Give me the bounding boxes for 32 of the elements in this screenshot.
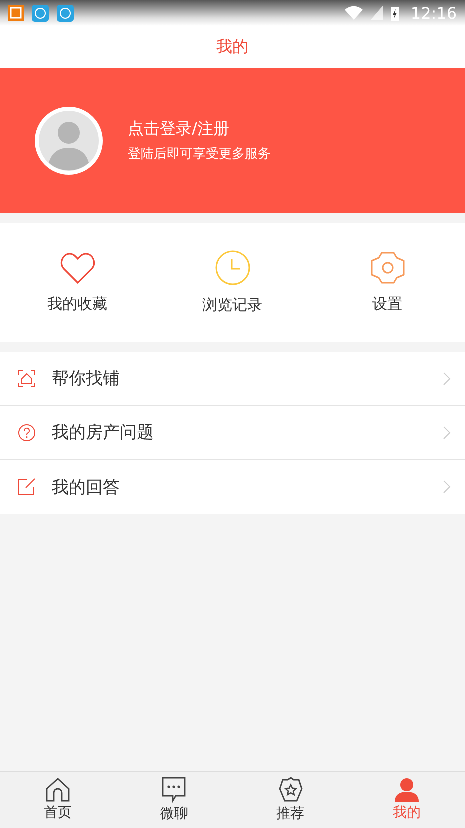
nav-tab[interactable]: 推荐 (232, 772, 349, 828)
app-icon (8, 5, 24, 21)
person-icon (394, 778, 420, 802)
avatar-icon[interactable] (34, 106, 104, 176)
battery-icon (390, 6, 399, 20)
house-icon (18, 370, 36, 388)
nav-tab[interactable]: 首页 (0, 772, 116, 828)
page-title: 我的 (216, 36, 248, 58)
shortcut-button[interactable]: 浏览记录 (155, 223, 310, 342)
menu-item[interactable]: 我的房产问题 (0, 406, 465, 460)
nav-tab[interactable]: 微聊 (116, 772, 232, 828)
login-hint: 登陆后即可享受更多服务 (128, 146, 271, 162)
clock-time: 12:16 (410, 4, 457, 22)
app-icon (57, 4, 74, 22)
signal-icon (370, 6, 383, 20)
menu-item[interactable]: 我的回答 (0, 460, 465, 514)
shortcut-button[interactable]: 设置 (310, 223, 465, 342)
home-icon (45, 778, 72, 802)
heart-icon (60, 251, 96, 285)
edit-icon (18, 478, 36, 496)
wifi-icon (344, 6, 363, 20)
menu-item[interactable]: 帮你找铺 (0, 352, 465, 406)
clock-icon (214, 250, 250, 286)
star-badge-icon (278, 777, 304, 803)
app-icon (32, 4, 49, 22)
chevron-icon (443, 372, 451, 386)
question-icon (18, 424, 36, 442)
shortcut-button[interactable]: 我的收藏 (0, 223, 155, 342)
chevron-icon (443, 426, 451, 440)
gear-icon (370, 251, 406, 285)
chat-icon (161, 777, 188, 803)
chevron-icon (443, 480, 451, 494)
